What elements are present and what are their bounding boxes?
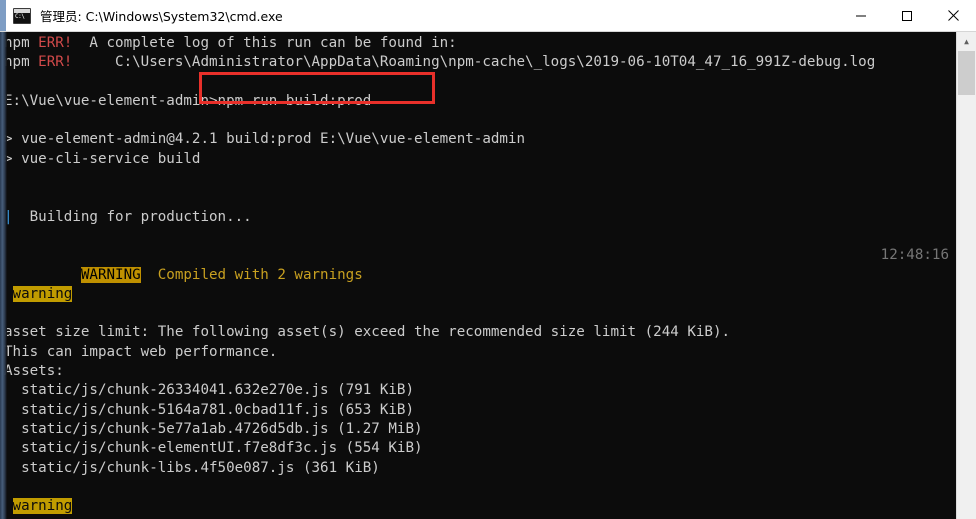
- console-asset-line: static/js/chunk-5164a781.0cbad11f.js (65…: [4, 401, 414, 418]
- close-icon: [947, 10, 959, 21]
- console-line: > vue-cli-service build: [4, 150, 201, 167]
- build-timestamp: 12:48:16: [880, 247, 949, 264]
- minimize-icon: [856, 15, 866, 16]
- console-line: asset size limit: The following asset(s)…: [4, 324, 731, 341]
- line-text: C:\Users\Administrator\AppData\Roaming\n…: [72, 54, 876, 71]
- console-line: Assets:: [4, 363, 64, 380]
- console-warning-label-line: warning: [4, 497, 976, 516]
- error-badge: ERR!: [38, 35, 73, 51]
- console-scrollbar[interactable]: ▲: [956, 32, 976, 519]
- title-bar[interactable]: 管理员: C:\Windows\System32\cmd.exe: [0, 0, 976, 32]
- warning-badge: warning: [12, 498, 73, 515]
- console-asset-line: static/js/chunk-5e77a1ab.4726d5db.js (1.…: [4, 420, 423, 437]
- scrollbar-track[interactable]: [957, 51, 976, 519]
- error-badge: ERR!: [38, 54, 73, 71]
- maximize-icon: [902, 10, 912, 21]
- line-prefix: npm: [4, 35, 39, 51]
- console-text-buffer[interactable]: npm ERR! A complete log of this run can …: [0, 32, 976, 519]
- warning-summary-text: Compiled with 2 warnings: [140, 266, 363, 283]
- warning-badge: WARNING: [80, 266, 141, 283]
- console-prompt-line: E:\Vue\vue-element-admin>npm run build:p…: [4, 92, 372, 109]
- console-area[interactable]: npm ERR! A complete log of this run can …: [0, 32, 976, 519]
- scroll-up-arrow-icon[interactable]: ▲: [957, 32, 976, 51]
- line-text: Building for production...: [12, 208, 252, 225]
- console-line: This can impact web performance.: [4, 343, 278, 360]
- line-text: A complete log of this run can be found …: [72, 35, 457, 51]
- console-line: npm ERR! A complete log of this run can …: [4, 34, 976, 53]
- console-line: > vue-element-admin@4.2.1 build:prod E:\…: [4, 131, 526, 148]
- maximize-button[interactable]: [884, 0, 930, 31]
- console-asset-line: static/js/chunk-libs.4f50e087.js (361 Ki…: [4, 459, 380, 476]
- console-app-icon: [13, 7, 31, 24]
- console-line: npm ERR! C:\Users\Administrator\AppData\…: [4, 53, 976, 72]
- spinner-icon: |: [4, 208, 13, 225]
- scrollbar-thumb[interactable]: [958, 51, 975, 95]
- console-building-line: | Building for production...: [4, 208, 976, 227]
- console-asset-line: static/js/chunk-elementUI.f7e8df3c.js (5…: [4, 440, 423, 457]
- titlebar-left-accent: [0, 0, 6, 31]
- window-title: 管理员: C:\Windows\System32\cmd.exe: [40, 9, 283, 24]
- window-controls: [838, 0, 976, 31]
- line-prefix: npm: [4, 54, 39, 71]
- minimize-button[interactable]: [838, 0, 884, 31]
- console-warning-summary-line: WARNING Compiled with 2 warnings 12:48:1…: [4, 246, 976, 283]
- console-asset-line: static/js/chunk-26334041.632e270e.js (79…: [4, 382, 414, 399]
- console-warning-label-line: warning: [4, 285, 976, 304]
- cmd-window: 管理员: C:\Windows\System32\cmd.exe: [0, 0, 976, 519]
- close-button[interactable]: [930, 0, 976, 31]
